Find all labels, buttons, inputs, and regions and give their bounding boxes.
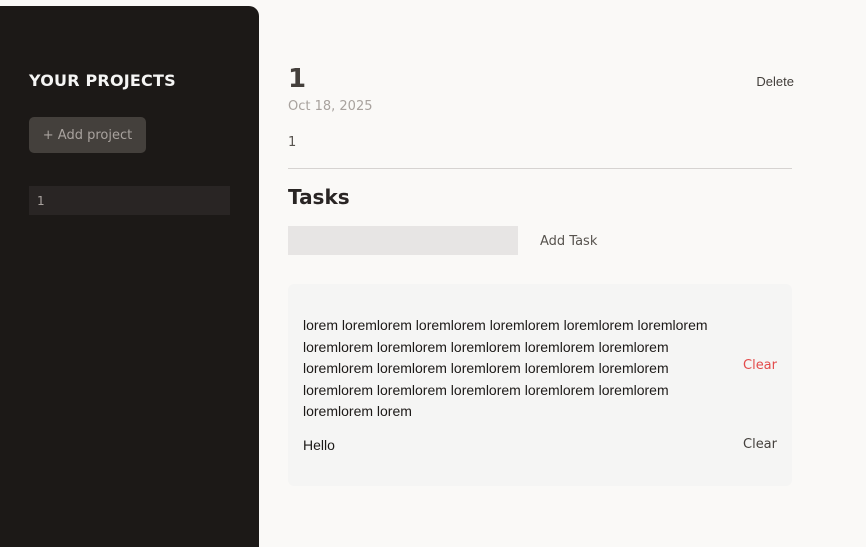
sidebar-title: YOUR PROJECTS xyxy=(29,71,176,90)
app-root: YOUR PROJECTS + Add project 1 1 Delete O… xyxy=(0,0,866,547)
new-task-input[interactable] xyxy=(288,226,518,255)
add-project-button[interactable]: + Add project xyxy=(29,117,146,153)
task-item: Hello Clear xyxy=(303,435,777,457)
sidebar-project-item[interactable]: 1 xyxy=(29,186,230,215)
clear-task-button[interactable]: Clear xyxy=(743,437,777,452)
task-item: lorem loremlorem loremlorem loremlorem l… xyxy=(303,315,777,421)
project-description: 1 xyxy=(288,135,297,150)
add-task-button[interactable]: Add Task xyxy=(536,231,601,251)
task-text: Hello xyxy=(303,437,335,453)
project-date: Oct 18, 2025 xyxy=(288,99,373,114)
tasks-heading: Tasks xyxy=(288,185,350,209)
sidebar: YOUR PROJECTS + Add project 1 xyxy=(0,6,259,547)
task-text: lorem loremlorem loremlorem loremlorem l… xyxy=(303,317,708,419)
project-title: 1 xyxy=(288,64,307,94)
clear-task-button[interactable]: Clear xyxy=(743,358,777,373)
divider xyxy=(288,168,792,169)
task-list: lorem loremlorem loremlorem loremlorem l… xyxy=(288,284,792,486)
delete-project-button[interactable]: Delete xyxy=(748,71,794,91)
